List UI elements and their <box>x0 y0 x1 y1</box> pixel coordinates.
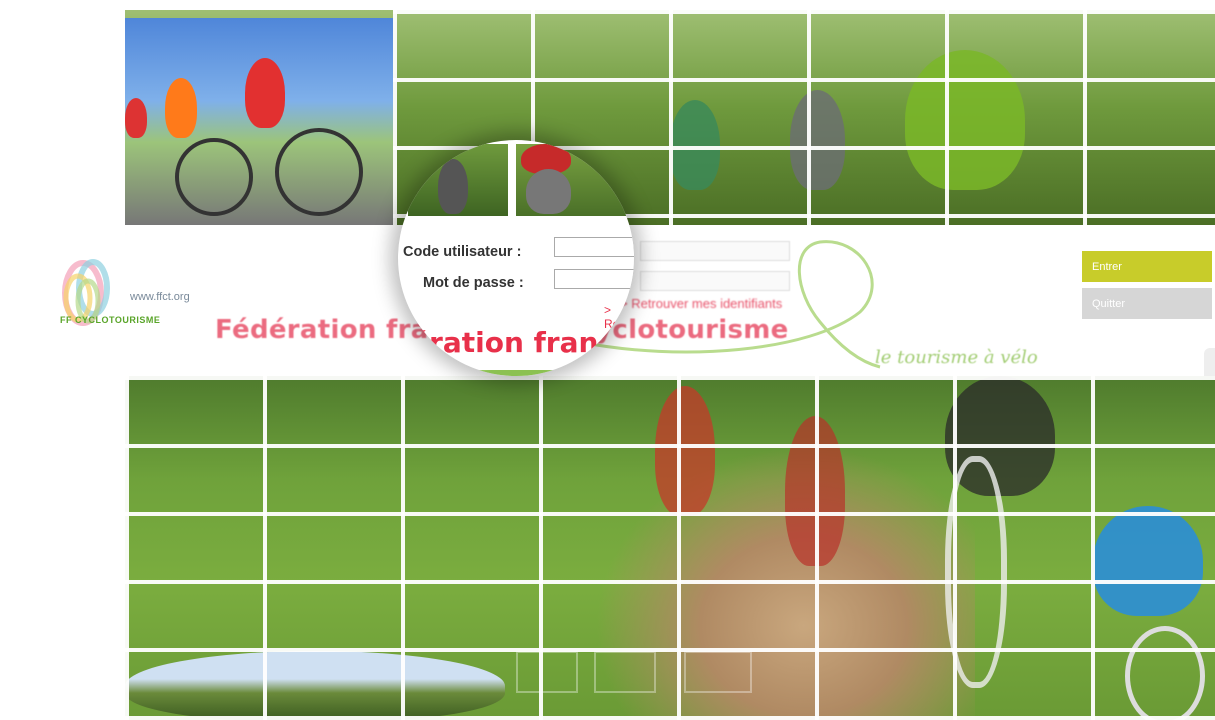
magnified-federation-title: Fédération française de cyclotourisme <box>398 326 634 359</box>
recover-link-background: > Retrouver mes identifiants <box>620 296 783 311</box>
user-code-input[interactable] <box>554 237 634 257</box>
site-url: www.ffct.org <box>130 291 190 303</box>
quit-button[interactable]: Quitter <box>1082 288 1212 319</box>
partner-logos <box>516 651 752 693</box>
logo-text: FF CYCLOTOURISME <box>60 315 161 325</box>
magnified-photo-left <box>408 144 508 216</box>
family-cyclists-photo <box>125 18 393 225</box>
enter-button[interactable]: Entrer <box>1082 251 1212 282</box>
password-label: Mot de passe : <box>423 275 524 291</box>
top-photo-mosaic <box>125 10 1215 225</box>
user-code-label: Code utilisateur : <box>403 244 522 260</box>
password-input[interactable] <box>554 269 634 289</box>
tagline: le tourisme à vélo <box>875 347 1038 368</box>
magnifier-lens: Code utilisateur : Mot de passe : > Retr… <box>398 140 634 376</box>
green-swoosh-magnified <box>398 370 634 376</box>
magnified-photo-right <box>516 144 626 216</box>
password-field-background <box>640 271 790 291</box>
code-field-background <box>640 241 790 261</box>
